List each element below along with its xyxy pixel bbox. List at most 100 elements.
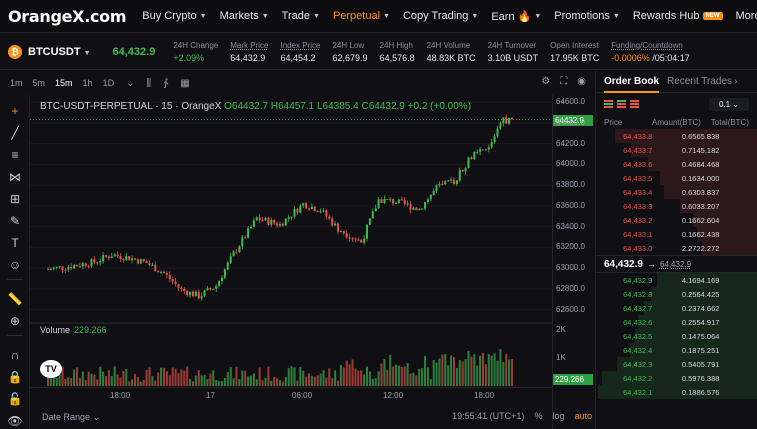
time-axis[interactable]: 18:00 17 06:00 12:00 18:00: [30, 387, 552, 403]
bid-row[interactable]: 64,432.4 0.187 5.251: [596, 343, 757, 357]
nav-item-8[interactable]: More▼: [736, 10, 757, 22]
ask-row[interactable]: 64,433.2 0.166 2.604: [596, 213, 757, 227]
ask-row[interactable]: 64,433.4 0.630 3.837: [596, 185, 757, 199]
lock-drawings-icon[interactable]: 🔓: [7, 391, 23, 407]
pattern-icon[interactable]: ⋈: [7, 169, 23, 185]
chevron-down-icon[interactable]: ⌄: [126, 78, 134, 89]
crosshair-icon[interactable]: +: [7, 103, 23, 119]
bid-row[interactable]: 64,432.8 0.256 4.425: [596, 287, 757, 301]
layout-icon[interactable]: ▦: [180, 78, 189, 89]
logo[interactable]: OrangeX.com: [8, 7, 127, 26]
nav-item-7[interactable]: Rewards Hub NEW: [633, 10, 723, 22]
candle-body: [206, 288, 209, 291]
brush-icon[interactable]: ✎: [7, 213, 23, 229]
candle-body: [484, 149, 487, 151]
price-axis[interactable]: 64432.9 229.266 64600.0 64400.0 64200.0 640…: [552, 95, 594, 429]
volume-bar: [394, 364, 398, 386]
asks-only-icon[interactable]: [630, 100, 639, 108]
volume-bar: [183, 370, 186, 386]
ask-amount: 0.468: [681, 159, 701, 169]
nav-item-1[interactable]: Markets ▼: [220, 10, 269, 22]
indicators-icon[interactable]: ∱: [163, 78, 168, 89]
ask-row[interactable]: 64,433.3 0.603 3.207: [596, 199, 757, 213]
time-tick-label: 06:00: [292, 391, 313, 400]
ticker-stat[interactable]: Funding/Countdown -0.0006% /05:04:17: [611, 41, 690, 63]
chevron-down-icon: ▼: [471, 12, 479, 20]
timeframe-15m[interactable]: 15m: [55, 78, 73, 88]
text-icon[interactable]: T: [7, 235, 23, 251]
settings-icon[interactable]: ⚙: [541, 76, 550, 87]
volume-bar: [336, 380, 340, 386]
bid-row[interactable]: 64,432.1 0.188 6.576: [596, 385, 757, 399]
candle-body: [154, 264, 157, 272]
eye-icon[interactable]: 👁: [7, 413, 23, 429]
nav-item-5[interactable]: Earn 🔥 ▼: [491, 10, 541, 23]
ask-row[interactable]: 64,433.1 0.166 2.438: [596, 227, 757, 241]
volume-bar: [432, 360, 435, 386]
ask-row[interactable]: 64,433.7 0.714 5.182: [596, 143, 757, 157]
camera-icon[interactable]: ◉: [577, 76, 586, 87]
lock-icon[interactable]: 🔒: [7, 369, 23, 385]
timeframe-1h[interactable]: 1h: [83, 78, 93, 88]
volume-bar: [313, 376, 316, 386]
bid-row[interactable]: 64,432.7 0.237 4.662: [596, 301, 757, 315]
nav-item-6[interactable]: Promotions ▼: [554, 10, 620, 22]
bid-row[interactable]: 64,432.6 0.255 4.917: [596, 315, 757, 329]
chart-area[interactable]: BTC-USDT-PERPETUAL · 15 · OrangeX O64432…: [30, 95, 592, 429]
bids-only-icon[interactable]: [617, 100, 626, 108]
timeframe-1D[interactable]: 1D: [103, 78, 115, 88]
candle-body: [510, 117, 514, 120]
fullscreen-icon[interactable]: ⛶: [560, 76, 567, 87]
ask-row[interactable]: 64,433.8 0.656 5.838: [596, 129, 757, 143]
bid-row[interactable]: 64,432.5 0.147 5.064: [596, 329, 757, 343]
emoji-icon[interactable]: ☺: [7, 257, 23, 273]
tradingview-logo[interactable]: TV: [40, 360, 62, 378]
nav-item-2[interactable]: Trade ▼: [282, 10, 320, 22]
nav-item-3[interactable]: Perpetual ▼: [333, 10, 390, 22]
volume-bar: [226, 371, 229, 386]
candlestick-chart[interactable]: [30, 95, 552, 387]
candle-body: [310, 206, 313, 210]
bid-row[interactable]: 64,432.2 0.597 6.388: [596, 371, 757, 385]
ruler-icon[interactable]: 📏: [7, 291, 23, 307]
chevron-right-icon[interactable]: ›: [734, 71, 737, 93]
zoom-in-icon[interactable]: ⊕: [7, 313, 23, 329]
candle-body: [70, 267, 73, 269]
nav-item-0[interactable]: Buy Crypto ▼: [142, 10, 206, 22]
price-tick-label: 63800.0: [556, 180, 585, 190]
date-range-button[interactable]: Date Range ⌄: [42, 412, 100, 423]
volume-bar: [423, 356, 427, 386]
bid-row[interactable]: 64,432.9 4.169 4.169: [596, 273, 757, 287]
tab-recent-trades[interactable]: Recent Trades: [667, 71, 732, 93]
ask-row[interactable]: 64,433.0 2.272 2.272: [596, 241, 757, 255]
timeframe-1m[interactable]: 1m: [10, 78, 23, 88]
volume-bar: [310, 376, 313, 386]
candle-body: [357, 239, 360, 241]
timeframe-5m[interactable]: 5m: [33, 78, 46, 88]
ask-row[interactable]: 64,433.5 0.163 4.000: [596, 171, 757, 185]
volume-bar: [499, 349, 502, 386]
candle-body: [165, 273, 168, 275]
fib-icon[interactable]: ⊞: [7, 191, 23, 207]
ask-amount: 0.656: [681, 131, 701, 141]
candle-body: [476, 151, 479, 153]
both-sides-icon[interactable]: [604, 100, 613, 108]
horizontal-lines-icon[interactable]: ≡: [7, 147, 23, 163]
ticker-stat[interactable]: Mark Price 64,432.9: [230, 41, 268, 63]
volume-bar: [171, 367, 174, 386]
symbol-selector[interactable]: BTCUSDT ▼: [28, 46, 91, 58]
ask-row[interactable]: 64,433.6 0.468 4.468: [596, 157, 757, 171]
ask-price: 64,433.8: [623, 131, 653, 141]
magnet-icon[interactable]: ∩: [7, 347, 23, 363]
precision-select[interactable]: 0.1 ⌄: [708, 97, 749, 111]
percent-toggle[interactable]: %: [534, 411, 542, 421]
tab-order-book[interactable]: Order Book: [604, 71, 660, 93]
ask-amount: 0.166: [681, 215, 701, 225]
candle-body: [345, 233, 348, 238]
trendline-icon[interactable]: ╱: [7, 125, 23, 141]
bid-row[interactable]: 64,432.3 0.540 5.791: [596, 357, 757, 371]
candle-type-icon[interactable]: ⫼: [146, 78, 151, 89]
nav-item-4[interactable]: Copy Trading ▼: [403, 10, 478, 22]
volume-bar: [418, 368, 421, 386]
ticker-stat[interactable]: Index Price 64,454.2: [280, 41, 320, 63]
